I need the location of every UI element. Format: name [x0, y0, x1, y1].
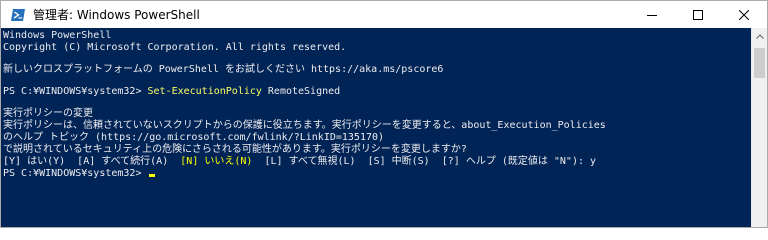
default-choice: [N] いいえ(N) [180, 156, 253, 167]
close-button[interactable] [721, 1, 767, 28]
prompt: PS C:¥WINDOWS¥system32> [3, 168, 148, 179]
console-output[interactable]: Windows PowerShell Copyright (C) Microso… [1, 28, 751, 227]
command-argument: RemoteSigned [261, 86, 341, 97]
powershell-icon[interactable] [10, 7, 26, 23]
chevron-up-icon [755, 34, 764, 39]
powershell-window: 管理者: Windows PowerShell Windows PowerShe… [0, 0, 768, 228]
console-line: Windows PowerShell [3, 30, 112, 41]
minimize-icon [647, 14, 657, 16]
console-line: のヘルプ トピック (https://go.microsoft.com/fwli… [3, 132, 385, 143]
minimize-button[interactable] [629, 1, 675, 28]
console-line: 新しいクロスプラットフォームの PowerShell をお試しください http… [3, 64, 444, 75]
window-controls [629, 1, 767, 28]
console-line: 実行ポリシーは、信頼されていないスクリプトからの保護に役立ちます。実行ポリシーを… [3, 120, 606, 131]
maximize-icon [693, 9, 703, 20]
window-title: 管理者: Windows PowerShell [33, 8, 200, 22]
maximize-button[interactable] [675, 1, 721, 28]
console-line: Copyright (C) Microsoft Corporation. All… [3, 42, 347, 53]
close-icon [739, 9, 749, 20]
command-line: PS C:¥WINDOWS¥system32> Set-ExecutionPol… [3, 86, 751, 98]
console-line: で説明されているセキュリティ上の危険にさらされる可能性があります。実行ポリシーを… [3, 144, 467, 155]
console-line: 実行ポリシーの変更 [3, 108, 93, 119]
prompt: PS C:¥WINDOWS¥system32> [3, 86, 148, 97]
vertical-scrollbar[interactable] [751, 28, 767, 227]
choice-text: [L] すべて無視(L) [S] 中断(S) [?] ヘルプ (既定値は "N"… [252, 156, 597, 167]
scroll-up-button[interactable] [752, 28, 767, 45]
scroll-thumb[interactable] [754, 48, 765, 78]
command-name: Set-ExecutionPolicy [147, 86, 262, 97]
text-cursor [148, 174, 155, 177]
confirm-choices-line: [Y] はい(Y) [A] すべて続行(A) [N] いいえ(N) [L] すべ… [3, 156, 751, 168]
current-prompt-line[interactable]: PS C:¥WINDOWS¥system32> [3, 168, 751, 180]
title-bar[interactable]: 管理者: Windows PowerShell [1, 1, 767, 28]
choice-text: [Y] はい(Y) [A] すべて続行(A) [3, 156, 181, 167]
